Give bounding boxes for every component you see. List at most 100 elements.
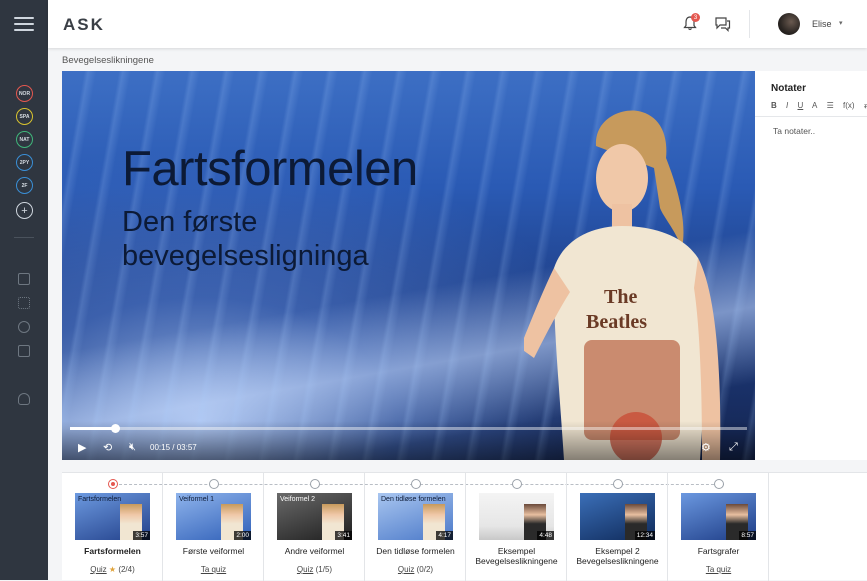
lesson-thumbnail[interactable]: Den tidløse formelen 4:17 xyxy=(378,493,453,540)
lesson-duration: 2:00 xyxy=(234,531,251,540)
lesson-card[interactable]: 8:57 Fartsgrafer Ta quiz xyxy=(668,473,769,581)
video-duration: 03:57 xyxy=(176,443,197,452)
lesson-card[interactable]: Veiformel 1 2:00 Første veiformel Ta qui… xyxy=(163,473,264,581)
fullscreen-icon[interactable]: ⤢ xyxy=(729,441,738,454)
lesson-dot[interactable] xyxy=(714,479,724,489)
lesson-title[interactable]: Eksempel 2 Bevegelseslikningene xyxy=(567,546,668,566)
lesson-dot[interactable] xyxy=(209,479,219,489)
font-color-button[interactable]: A xyxy=(812,101,817,110)
quiz-score: (2/4) xyxy=(118,565,135,574)
lesson-title[interactable]: Eksempel Bevegelseslikningene xyxy=(466,546,567,566)
video-time: 00:15 / 03:57 xyxy=(150,443,197,452)
video-current-time: 00:15 xyxy=(150,443,171,452)
lesson-thumbnail[interactable]: 4:48 xyxy=(479,493,554,540)
lesson-card[interactable]: 12:34 Eksempel 2 Bevegelseslikningene xyxy=(567,473,668,581)
video-subtitle-line2: bevegelsesligninga xyxy=(122,240,369,272)
lesson-quiz: Ta quiz xyxy=(163,565,264,574)
quiz-link[interactable]: Quiz xyxy=(297,565,313,574)
lesson-thumbnail[interactable]: Veiformel 1 2:00 xyxy=(176,493,251,540)
notes-title: Notater xyxy=(771,83,807,94)
lesson-dot-active[interactable] xyxy=(108,479,118,489)
notes-toolbar: B I U A ☰ f(x) ⇄ xyxy=(771,101,867,110)
subject-2py-icon[interactable]: 2PY xyxy=(16,154,33,171)
subject-spa-icon[interactable]: SPA xyxy=(16,108,33,125)
lesson-thumbnail[interactable]: 12:34 xyxy=(580,493,655,540)
lesson-dot[interactable] xyxy=(411,479,421,489)
notes-divider xyxy=(755,116,867,117)
lesson-duration: 3:41 xyxy=(335,531,352,540)
lesson-quiz: Quiz ★ (2/4) xyxy=(62,565,163,574)
topbar-divider xyxy=(749,10,750,38)
lesson-card[interactable]: Veiformel 2 3:41 Andre veiformel Quiz (1… xyxy=(264,473,365,581)
lesson-title[interactable]: Andre veiformel xyxy=(264,546,365,556)
replay-icon[interactable]: ⟲ xyxy=(103,441,112,454)
add-subject-icon[interactable]: + xyxy=(16,202,33,219)
lesson-card[interactable]: 4:48 Eksempel Bevegelseslikningene xyxy=(466,473,567,581)
video-progress-bar[interactable] xyxy=(70,424,747,433)
notification-badge: 3 xyxy=(691,13,700,22)
notes-input[interactable]: Ta notater.. xyxy=(773,126,815,136)
lesson-strip: Fartsformelen 3:57 Fartsformelen Quiz ★ … xyxy=(62,472,867,581)
gear-icon[interactable]: ⚙ xyxy=(701,441,711,454)
thumbnail-title: Veiformel 2 xyxy=(280,496,316,503)
italic-button[interactable]: I xyxy=(786,101,788,110)
lesson-duration: 4:48 xyxy=(537,531,554,540)
lesson-title[interactable]: Fartsgrafer xyxy=(668,546,769,556)
lesson-thumbnail[interactable]: Fartsformelen 3:57 xyxy=(75,493,150,540)
hamburger-menu-icon[interactable] xyxy=(14,17,34,33)
lesson-duration: 4:17 xyxy=(436,531,453,540)
tshirt-text: Beatles xyxy=(586,311,647,333)
quiz-link[interactable]: Quiz xyxy=(90,565,106,574)
video-subtitle: Den første bevegelsesligninga xyxy=(122,205,369,273)
video-player[interactable]: Fartsformelen Den første bevegelsesligni… xyxy=(62,71,755,460)
quiz-score: (1/5) xyxy=(315,565,333,574)
subject-nor-icon[interactable]: NOR xyxy=(16,85,33,102)
mute-icon[interactable]: 🔇︎ xyxy=(129,441,136,454)
video-progress-fill xyxy=(70,427,115,430)
lesson-thumbnail[interactable]: Veiformel 2 3:41 xyxy=(277,493,352,540)
user-name[interactable]: Elise xyxy=(812,19,832,29)
lesson-card[interactable]: Den tidløse formelen 4:17 Den tidløse fo… xyxy=(365,473,466,581)
sidebar: NOR SPA NAT 2PY 2F + xyxy=(0,0,48,580)
subject-2f-icon[interactable]: 2F xyxy=(16,177,33,194)
lesson-title[interactable]: Første veiformel xyxy=(163,546,264,556)
lesson-card[interactable]: Fartsformelen 3:57 Fartsformelen Quiz ★ … xyxy=(62,473,163,581)
video-title: Fartsformelen xyxy=(122,142,418,196)
video-progress-knob[interactable] xyxy=(110,424,120,433)
underline-button[interactable]: U xyxy=(797,101,803,110)
sidebar-divider xyxy=(14,237,34,238)
lesson-dot[interactable] xyxy=(512,479,522,489)
lesson-quiz: Quiz (0/2) xyxy=(365,565,466,574)
thumbnail-title: Fartsformelen xyxy=(78,496,122,503)
checklist-icon[interactable] xyxy=(18,345,30,357)
quiz-link[interactable]: Ta quiz xyxy=(706,565,731,574)
clock-icon[interactable] xyxy=(18,321,30,333)
lesson-thumbnail[interactable]: 8:57 xyxy=(681,493,756,540)
app-logo[interactable]: ASK xyxy=(63,15,105,35)
list-button[interactable]: ☰ xyxy=(827,101,834,110)
grid-icon[interactable] xyxy=(18,297,30,309)
quiz-score: (0/2) xyxy=(416,565,434,574)
quiz-link[interactable]: Quiz xyxy=(398,565,414,574)
chevron-down-icon[interactable]: ▾ xyxy=(839,19,843,27)
star-icon: ★ xyxy=(108,565,117,574)
lesson-title[interactable]: Den tidløse formelen xyxy=(365,546,466,556)
support-icon[interactable] xyxy=(18,393,30,405)
presenter-figure: The Beatles xyxy=(524,110,721,460)
lesson-duration: 3:57 xyxy=(133,531,150,540)
thumbnail-title: Den tidløse formelen xyxy=(381,496,446,503)
breadcrumb[interactable]: Bevegelseslikningene xyxy=(62,55,154,66)
lesson-dot[interactable] xyxy=(310,479,320,489)
tshirt-text: The xyxy=(604,286,637,308)
subject-nat-icon[interactable]: NAT xyxy=(16,131,33,148)
chat-icon[interactable] xyxy=(714,16,731,32)
calendar-icon[interactable] xyxy=(18,273,30,285)
lesson-dot[interactable] xyxy=(613,479,623,489)
bold-button[interactable]: B xyxy=(771,101,777,110)
lesson-title[interactable]: Fartsformelen xyxy=(62,546,163,556)
quiz-link[interactable]: Ta quiz xyxy=(201,565,226,574)
lesson-duration: 8:57 xyxy=(739,531,756,540)
avatar[interactable] xyxy=(778,13,800,35)
formula-button[interactable]: f(x) xyxy=(843,101,855,110)
play-icon[interactable]: ▶ xyxy=(78,441,86,454)
